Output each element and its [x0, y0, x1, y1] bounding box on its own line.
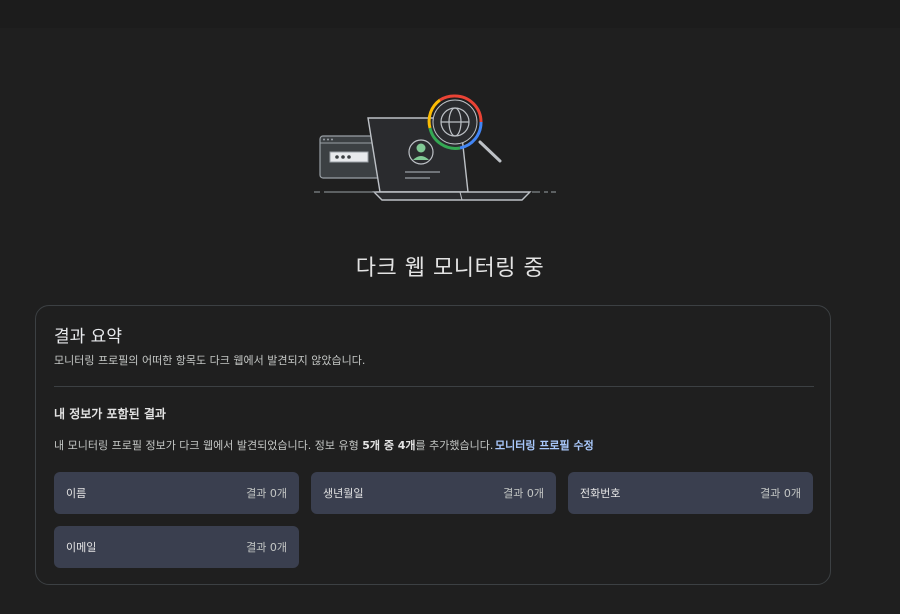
dark-web-monitor-illustration	[300, 88, 570, 208]
result-tile-birthdate[interactable]: 생년월일 결과 0개	[311, 472, 556, 514]
person-avatar-icon	[408, 139, 434, 165]
found-info-description: 내 모니터링 프로필 정보가 다크 웹에서 발견되었습니다. 정보 유형 5개 …	[54, 437, 493, 453]
tile-count: 결과 0개	[246, 487, 287, 500]
tile-count: 결과 0개	[246, 541, 287, 554]
found-info-desc-count: 5개 중 4개	[362, 439, 416, 452]
result-tile-email[interactable]: 이메일 결과 0개	[54, 526, 299, 568]
illustration-svg	[314, 94, 556, 201]
results-summary-card: 결과 요약 모니터링 프로필의 어떠한 항목도 다크 웹에서 발견되지 않았습니…	[35, 305, 831, 585]
result-tile-name[interactable]: 이름 결과 0개	[54, 472, 299, 514]
summary-title: 결과 요약	[54, 327, 122, 347]
found-info-title: 내 정보가 포함된 결과	[54, 407, 166, 421]
password-field-icon	[319, 135, 381, 179]
summary-subtitle: 모니터링 프로필의 어떠한 항목도 다크 웹에서 발견되지 않았습니다.	[54, 354, 366, 367]
found-info-desc-suffix: 를 추가했습니다.	[415, 439, 494, 452]
top-bar	[0, 0, 900, 28]
tile-label: 전화번호	[580, 487, 621, 500]
result-tile-phone[interactable]: 전화번호 결과 0개	[568, 472, 813, 514]
tile-label: 생년월일	[323, 487, 364, 500]
found-info-desc-prefix: 내 모니터링 프로필 정보가 다크 웹에서 발견되었습니다. 정보 유형	[54, 439, 363, 452]
edit-monitoring-profile-link[interactable]: 모니터링 프로필 수정	[495, 437, 594, 453]
divider	[54, 386, 814, 387]
tile-label: 이메일	[66, 541, 97, 554]
tile-count: 결과 0개	[760, 487, 801, 500]
tile-label: 이름	[66, 487, 87, 500]
page-title: 다크 웹 모니터링 중	[355, 256, 545, 281]
tile-count: 결과 0개	[503, 487, 544, 500]
